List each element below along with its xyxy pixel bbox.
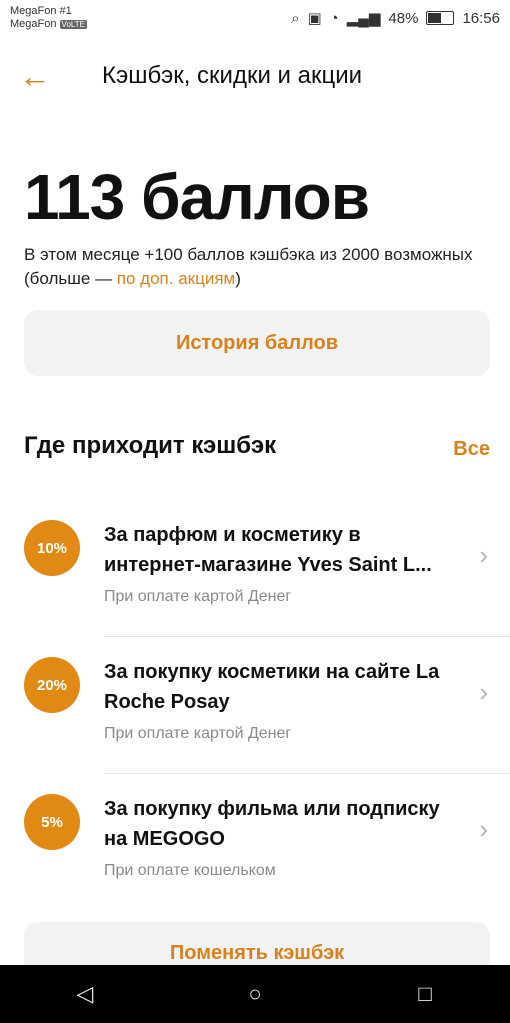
wifi-icon: ◔ [329,9,339,27]
extra-promos-link[interactable]: по доп. акциям [117,269,235,288]
back-button[interactable]: ← [0,50,70,102]
carrier-2: MegaFon VoLTE [10,18,87,30]
cashback-item[interactable]: 20% За покупку косметики на сайте La Roc… [0,637,510,774]
nav-home-icon[interactable]: ○ [215,981,295,1007]
points-description: В этом месяце +100 баллов кэшбэка из 200… [24,243,486,291]
nfc-icon: ▣ [307,10,322,27]
cashback-title: За покупку фильма или подписку на MEGOGO [104,798,440,850]
status-right: ⌕ ▣ ◔ ▂▄▆ 48% 16:56 [291,9,500,28]
chevron-right-icon: › [479,677,488,707]
points-balance: 113 баллов [24,161,370,233]
search-icon: ⌕ [291,9,300,27]
points-desc-prefix: В этом месяце +100 баллов кэшбэка из 200… [24,245,473,288]
time: 16:56 [462,9,500,27]
system-navbar: ◁ ○ □ [0,965,510,1023]
cashback-percent-badge: 20% [24,657,80,713]
cashback-condition: При оплате картой Денег [104,588,292,605]
cashback-title: За покупку косметики на сайте La Roche P… [104,661,440,713]
cashback-title: За парфюм и косметику в интернет-магазин… [104,524,432,576]
signal-icon: ▂▄▆ [346,10,381,27]
cashback-condition: При оплате кошельком [104,862,276,879]
nav-back-icon[interactable]: ◁ [45,981,125,1007]
cashback-percent-badge: 5% [24,794,80,850]
cashback-percent-badge: 10% [24,520,80,576]
chevron-right-icon: › [479,814,488,844]
cashback-list: 10% За парфюм и косметику в интернет-маг… [0,500,510,911]
show-all-link[interactable]: Все [453,438,490,461]
points-desc-suffix: ) [235,269,241,288]
section-title: Где приходит кэшбэк [24,432,277,459]
carrier-info: MegaFon #1 MegaFon VoLTE [10,5,87,31]
nav-recent-icon[interactable]: □ [385,981,465,1007]
volte-badge: VoLTE [59,20,87,29]
cashback-item[interactable]: 10% За парфюм и косметику в интернет-маг… [0,500,510,637]
history-button[interactable]: История баллов [24,310,490,376]
cashback-condition: При оплате картой Денег [104,725,292,742]
battery-percent: 48% [388,9,419,27]
status-bar: MegaFon #1 MegaFon VoLTE ⌕ ▣ ◔ ▂▄▆ 48% 1… [0,0,510,36]
page-title: Кэшбэк, скидки и акции [102,62,363,89]
chevron-right-icon: › [479,540,488,570]
cashback-item[interactable]: 5% За покупку фильма или подписку на MEG… [0,774,510,911]
header: ← Кэшбэк, скидки и акции [0,50,510,102]
carrier-1: MegaFon #1 [10,5,72,17]
arrow-left-icon: ← [19,57,51,94]
battery-icon [426,11,455,25]
